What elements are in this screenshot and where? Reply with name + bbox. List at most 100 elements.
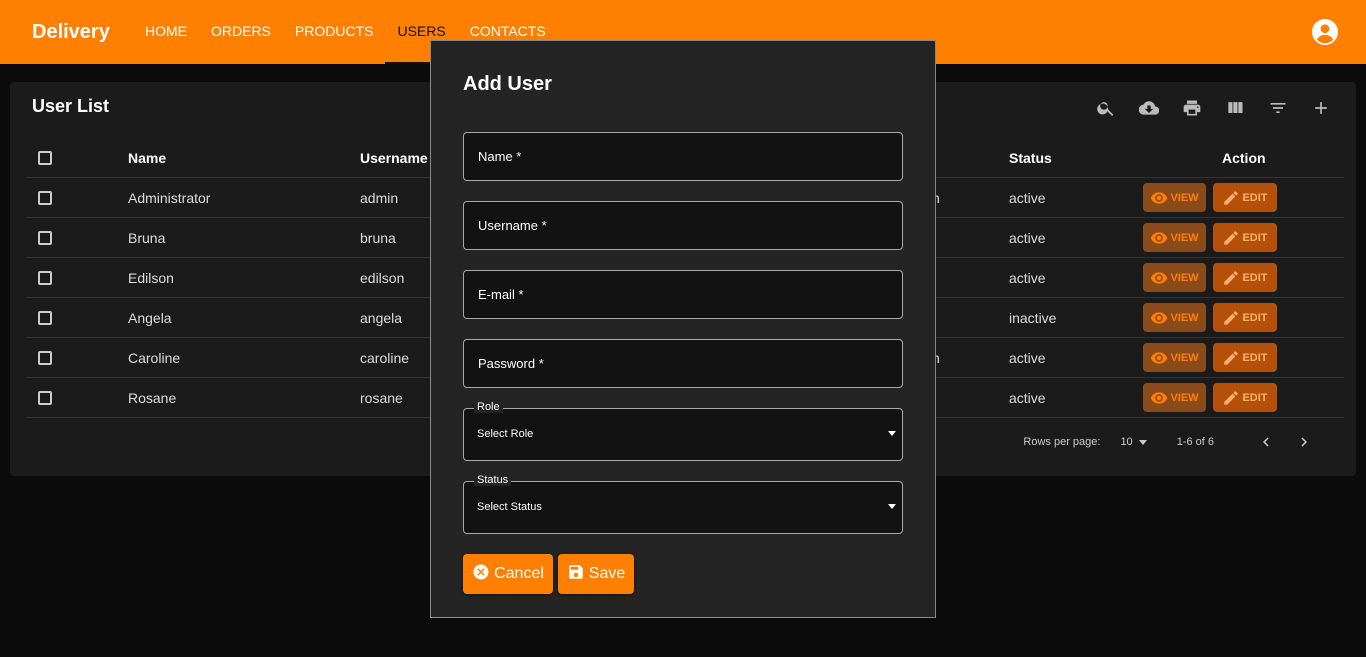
account-icon[interactable] [1312,19,1338,45]
rows-per-page-label: Rows per page: [1023,436,1101,448]
view-button[interactable]: VIEW [1143,183,1206,212]
row-username: bruna [360,230,396,246]
pencil-icon [1224,390,1239,405]
row-name: Rosane [128,390,177,406]
table-toolbar [1094,96,1332,119]
next-page-icon[interactable] [1292,430,1316,454]
filter-icon[interactable] [1266,96,1289,119]
row-checkbox[interactable] [38,271,52,285]
view-label: VIEW [1170,311,1199,324]
row-username: caroline [360,350,410,366]
nav-home[interactable]: HOME [133,0,199,64]
row-username: angela [360,310,403,326]
brand-title: Delivery [32,21,110,43]
email-field-label: E-mail * [478,287,524,302]
pencil-icon [1224,230,1239,245]
view-button[interactable]: VIEW [1143,303,1206,332]
username-field-label: Username * [478,218,547,233]
row-name: Bruna [128,230,166,246]
edit-button[interactable]: EDIT [1213,303,1277,332]
save-icon [567,563,585,586]
column-name[interactable]: Name [128,138,166,178]
column-username[interactable]: Username [360,138,428,178]
add-user-dialog: Add User Name * Username * E-mail * Pass… [430,40,936,618]
edit-button[interactable]: EDIT [1213,263,1277,292]
pencil-icon [1224,190,1239,205]
select-all-checkbox[interactable] [38,151,52,165]
prev-page-icon[interactable] [1254,430,1278,454]
chevron-down-icon [1138,439,1147,445]
row-checkbox[interactable] [38,231,52,245]
email-field[interactable]: E-mail * [463,270,903,319]
row-name: Edilson [128,270,174,286]
role-select-legend: Role [474,401,503,413]
nav-products[interactable]: PRODUCTS [283,0,386,64]
download-icon[interactable] [1137,96,1160,119]
eye-icon [1151,351,1168,364]
row-status: active [1009,190,1046,206]
page-range: 1-6 of 6 [1176,436,1214,448]
username-field[interactable]: Username * [463,201,903,250]
save-button[interactable]: Save [558,554,634,594]
row-name: Caroline [128,350,181,366]
view-button[interactable]: VIEW [1143,223,1206,252]
save-label: Save [588,565,626,582]
columns-icon[interactable] [1223,96,1246,119]
password-field-label: Password * [478,356,544,371]
row-checkbox[interactable] [38,311,52,325]
row-checkbox[interactable] [38,351,52,365]
pencil-icon [1224,310,1239,325]
row-checkbox[interactable] [38,391,52,405]
view-label: VIEW [1170,231,1199,244]
row-checkbox[interactable] [38,191,52,205]
pencil-icon [1224,350,1239,365]
cancel-button[interactable]: Cancel [463,554,553,594]
status-select-legend: Status [474,474,512,486]
name-field-label: Name * [478,149,522,164]
edit-label: EDIT [1242,351,1268,364]
row-status: active [1009,230,1046,246]
pagination: Rows per page: 10 1-6 of 6 [1023,430,1316,454]
edit-label: EDIT [1242,191,1268,204]
rows-per-page-select[interactable]: 10 [1120,436,1147,448]
edit-button[interactable]: EDIT [1213,383,1277,412]
row-name: Angela [128,310,172,326]
view-label: VIEW [1170,271,1199,284]
edit-label: EDIT [1242,231,1268,244]
view-label: VIEW [1170,191,1199,204]
role-select[interactable]: Role Select Role [463,401,903,461]
eye-icon [1151,191,1168,204]
edit-button[interactable]: EDIT [1213,343,1277,372]
edit-label: EDIT [1242,271,1268,284]
status-select[interactable]: Status Select Status [463,474,903,534]
row-status: active [1009,270,1046,286]
role-select-value: Select Role [477,428,534,440]
edit-button[interactable]: EDIT [1213,223,1277,252]
view-label: VIEW [1170,351,1199,364]
caret-down-icon [888,431,896,436]
row-status: inactive [1009,310,1057,326]
search-icon[interactable] [1094,96,1117,119]
view-label: VIEW [1170,391,1199,404]
print-icon[interactable] [1180,96,1203,119]
password-field[interactable]: Password * [463,339,903,388]
eye-icon [1151,311,1168,324]
cancel-label: Cancel [494,565,544,582]
dialog-title: Add User [463,73,552,95]
view-button[interactable]: VIEW [1143,263,1206,292]
add-icon[interactable] [1309,96,1332,119]
row-username: rosane [360,390,403,406]
column-action: Action [1222,150,1266,166]
column-status[interactable]: Status [1009,138,1052,178]
caret-down-icon [888,504,896,509]
eye-icon [1151,231,1168,244]
row-username: admin [360,190,399,206]
name-field[interactable]: Name * [463,132,903,181]
row-name: Administrator [128,190,211,206]
cancel-icon [472,563,490,586]
edit-button[interactable]: EDIT [1213,183,1277,212]
rows-per-page-value: 10 [1120,436,1133,448]
view-button[interactable]: VIEW [1143,343,1206,372]
nav-orders[interactable]: ORDERS [199,0,283,64]
view-button[interactable]: VIEW [1143,383,1206,412]
